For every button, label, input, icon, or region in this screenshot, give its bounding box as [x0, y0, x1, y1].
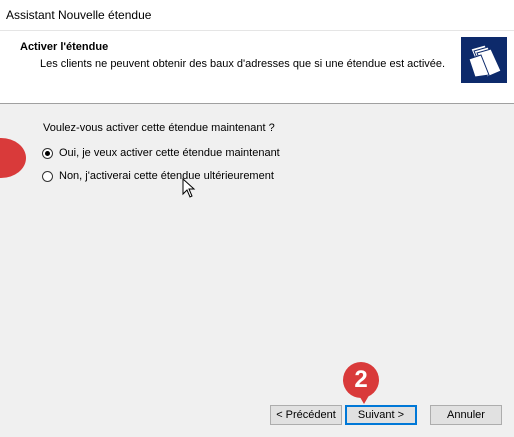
radio-button[interactable] [42, 170, 53, 182]
header-subtitle: Les clients ne peuvent obtenir des baux … [40, 58, 446, 70]
window-title: Assistant Nouvelle étendue [6, 8, 152, 22]
previous-button[interactable]: < Précédent [270, 405, 342, 425]
question-label: Voulez-vous activer cette étendue mainte… [43, 122, 275, 134]
wizard-body: Voulez-vous activer cette étendue mainte… [0, 104, 514, 394]
cancel-button[interactable]: Annuler [430, 405, 502, 425]
radio-option-yes-label: Oui, je veux activer cette étendue maint… [59, 147, 280, 159]
next-button[interactable]: Suivant > [345, 405, 417, 425]
radio-option-no-label: Non, j'activerai cette étendue ultérieur… [59, 170, 274, 182]
title-bar: Assistant Nouvelle étendue [0, 0, 514, 31]
header-title: Activer l'étendue [20, 41, 109, 53]
radio-option-yes[interactable]: Oui, je veux activer cette étendue maint… [42, 147, 280, 159]
wizard-header: Activer l'étendue Les clients ne peuvent… [0, 31, 514, 104]
folders-icon [461, 37, 507, 83]
radio-option-no[interactable]: Non, j'activerai cette étendue ultérieur… [42, 170, 274, 182]
mouse-cursor-icon [182, 178, 196, 198]
annotation-badge-tail [357, 392, 371, 404]
radio-button-checked[interactable] [42, 147, 53, 159]
